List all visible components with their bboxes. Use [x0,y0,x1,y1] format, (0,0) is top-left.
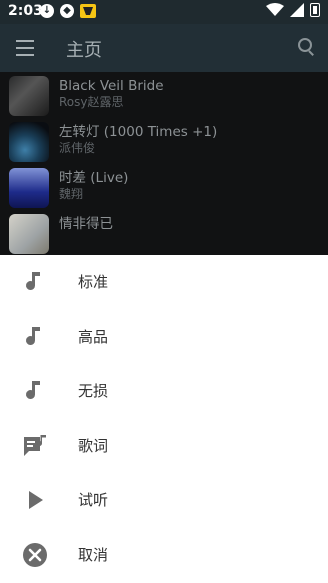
music-note-icon [22,324,48,350]
page-title: 主页 [66,40,102,61]
battery-icon [310,3,320,17]
option-label: 歌词 [78,437,109,455]
song-row[interactable]: 时差 (Live) 魏翔 [0,164,328,210]
song-title: Black Veil Bride [59,78,164,94]
option-lyrics[interactable]: 歌词 [0,419,328,473]
option-lossless[interactable]: 无损 [0,364,328,418]
music-note-icon [22,269,48,295]
option-label: 试听 [78,491,109,509]
lyrics-icon [22,433,48,459]
option-label: 取消 [78,546,109,564]
song-title: 情非得已 [59,216,113,232]
music-note-icon [22,378,48,404]
song-title: 时差 (Live) [59,170,129,186]
option-high-quality[interactable]: 高品 [0,310,328,364]
option-label: 无损 [78,382,109,400]
song-artist: Rosy赵露思 [59,95,124,109]
song-row[interactable]: 左转灯 (1000 Times +1) 派伟俊 [0,118,328,164]
song-title: 左转灯 (1000 Times +1) [59,124,218,140]
cancel-icon [22,542,48,568]
song-artist: 魏翔 [59,187,84,201]
album-cover [9,168,49,208]
song-row[interactable]: Black Veil Bride Rosy赵露思 [0,72,328,118]
song-artist: 派伟俊 [59,141,96,155]
search-icon[interactable] [298,38,314,56]
app-bar: 主页 [0,24,328,72]
quality-bottom-sheet: 标准 高品 无损 歌词 试听 取消 [0,255,328,583]
option-preview[interactable]: 试听 [0,473,328,527]
option-cancel[interactable]: 取消 [0,528,328,582]
status-time: 2:03 [8,3,43,19]
play-icon [22,487,48,513]
album-cover [9,122,49,162]
song-list: Black Veil Bride Rosy赵露思 左转灯 (1000 Times… [0,72,328,255]
status-notification-icons: ↓ ◆ [40,4,96,18]
download-notification-icon: ↓ [40,4,54,18]
option-label: 标准 [78,273,109,291]
status-bar: 2:03 ↓ ◆ [0,0,328,24]
wifi-icon [266,3,284,16]
status-system-icons [266,3,320,17]
signal-icon [290,3,304,17]
song-row[interactable]: 情非得已 [0,210,328,255]
album-cover [9,214,49,254]
shield-notification-icon: ◆ [60,4,74,18]
option-standard[interactable]: 标准 [0,255,328,309]
option-label: 高品 [78,328,109,346]
app-notification-icon [80,4,96,18]
menu-icon[interactable] [16,40,34,56]
album-cover [9,76,49,116]
